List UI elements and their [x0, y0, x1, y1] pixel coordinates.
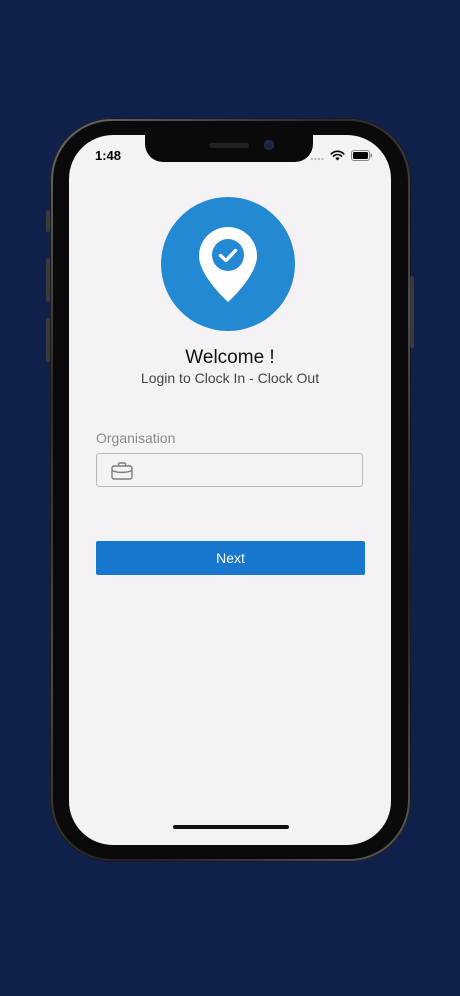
status-icons — [310, 148, 373, 166]
welcome-subtitle: Login to Clock In - Clock Out — [140, 370, 320, 386]
silent-switch — [46, 210, 50, 232]
speaker — [209, 143, 249, 148]
signal-dots-icon — [310, 148, 324, 166]
location-pin-check-icon — [199, 227, 257, 302]
front-camera — [264, 140, 274, 150]
app-logo — [161, 197, 295, 331]
next-button[interactable]: Next — [96, 541, 365, 575]
status-time: 1:48 — [95, 148, 122, 163]
battery-icon — [351, 148, 373, 166]
volume-down-button — [46, 318, 50, 362]
notch — [145, 135, 313, 162]
home-indicator[interactable] — [173, 825, 289, 829]
app-store-screenshot: { "status_bar": { "time": "1:48", "icons… — [0, 0, 460, 996]
briefcase-icon — [111, 462, 133, 480]
wifi-icon — [330, 148, 345, 166]
organisation-field[interactable] — [96, 453, 363, 488]
power-button — [410, 276, 414, 348]
volume-up-button — [46, 258, 50, 302]
phone-screen: 1:48 Welcome ! Login to Clock In - Clock… — [69, 135, 391, 845]
welcome-title: Welcome ! — [185, 347, 275, 368]
organisation-input[interactable] — [147, 454, 351, 488]
organisation-label: Organisation — [96, 430, 176, 446]
